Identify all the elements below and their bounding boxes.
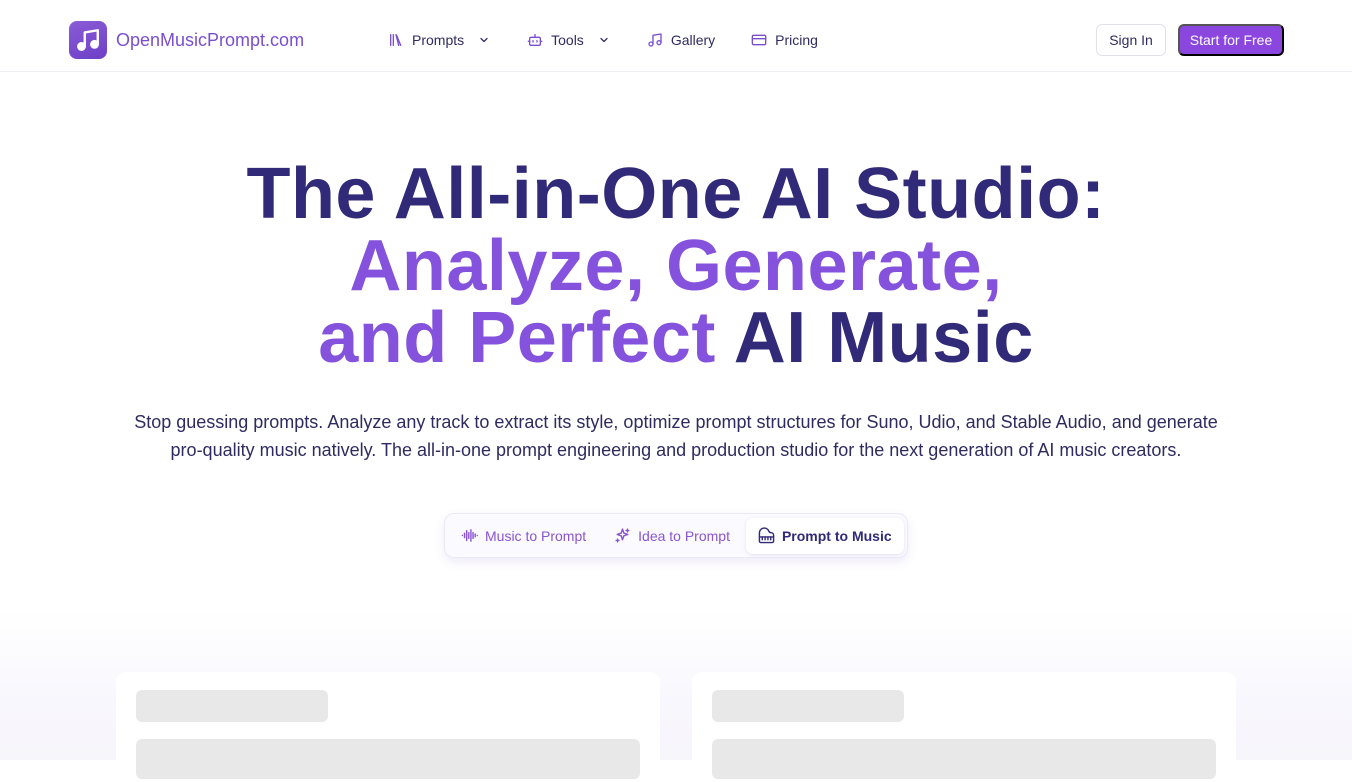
- hero-title: The All-in-One AI Studio: Analyze, Gener…: [0, 158, 1352, 374]
- mode-tabs: Music to Prompt Idea to Prompt Prompt to…: [444, 513, 908, 558]
- bot-icon: [527, 32, 543, 48]
- library-icon: [388, 32, 404, 48]
- tab-music-to-prompt-label: Music to Prompt: [485, 527, 587, 544]
- hero-title-line1: The All-in-One AI Studio:: [246, 154, 1106, 234]
- nav-pricing-label: Pricing: [775, 32, 818, 48]
- logo-text: OpenMusicPrompt.com: [116, 29, 305, 50]
- tab-music-to-prompt[interactable]: Music to Prompt: [449, 518, 598, 554]
- tab-idea-to-prompt[interactable]: Idea to Prompt: [602, 518, 742, 554]
- nav-gallery-label: Gallery: [670, 32, 716, 48]
- tab-prompt-to-music[interactable]: Prompt to Music: [745, 517, 904, 554]
- skeleton-bar: [712, 739, 1216, 779]
- tab-idea-to-prompt-label: Idea to Prompt: [638, 527, 730, 544]
- nav-pricing[interactable]: Pricing: [751, 32, 818, 48]
- music-note-logo-icon: [69, 21, 107, 59]
- skeleton-bar: [136, 739, 640, 779]
- loading-card-left: [116, 672, 660, 782]
- loading-card-right: [692, 672, 1236, 782]
- sign-in-button[interactable]: Sign In: [1096, 24, 1166, 56]
- chevron-down-icon: [598, 34, 610, 46]
- start-for-free-button[interactable]: Start for Free: [1178, 24, 1284, 56]
- main-nav: Prompts Tools Gallery Pricing: [388, 28, 818, 52]
- music-note-icon: [647, 32, 663, 48]
- skeleton-title: [712, 690, 904, 722]
- nav-prompts-label: Prompts: [412, 32, 465, 48]
- logo-link[interactable]: OpenMusicPrompt.com: [69, 21, 304, 59]
- hero-subtitle: Stop guessing prompts. Analyze any track…: [134, 412, 1218, 460]
- audio-waveform-icon: [461, 527, 478, 544]
- chevron-down-icon: [478, 34, 490, 46]
- nav-gallery[interactable]: Gallery: [647, 32, 715, 48]
- nav-tools[interactable]: Tools: [527, 32, 610, 48]
- hero-title-line3-accent: and Perfect: [318, 298, 716, 378]
- nav-tools-label: Tools: [551, 32, 584, 48]
- hero-title-line3-dark: AI Music: [733, 298, 1034, 378]
- site-header: OpenMusicPrompt.com Prompts Tools Galler…: [0, 0, 1352, 72]
- skeleton-title: [136, 690, 328, 722]
- nav-prompts[interactable]: Prompts: [388, 32, 490, 48]
- piano-icon: [758, 527, 775, 544]
- credit-card-icon: [751, 32, 767, 48]
- hero-title-line2: Analyze, Generate,: [349, 226, 1003, 306]
- tab-prompt-to-music-label: Prompt to Music: [781, 527, 892, 544]
- sparkles-icon: [614, 527, 631, 544]
